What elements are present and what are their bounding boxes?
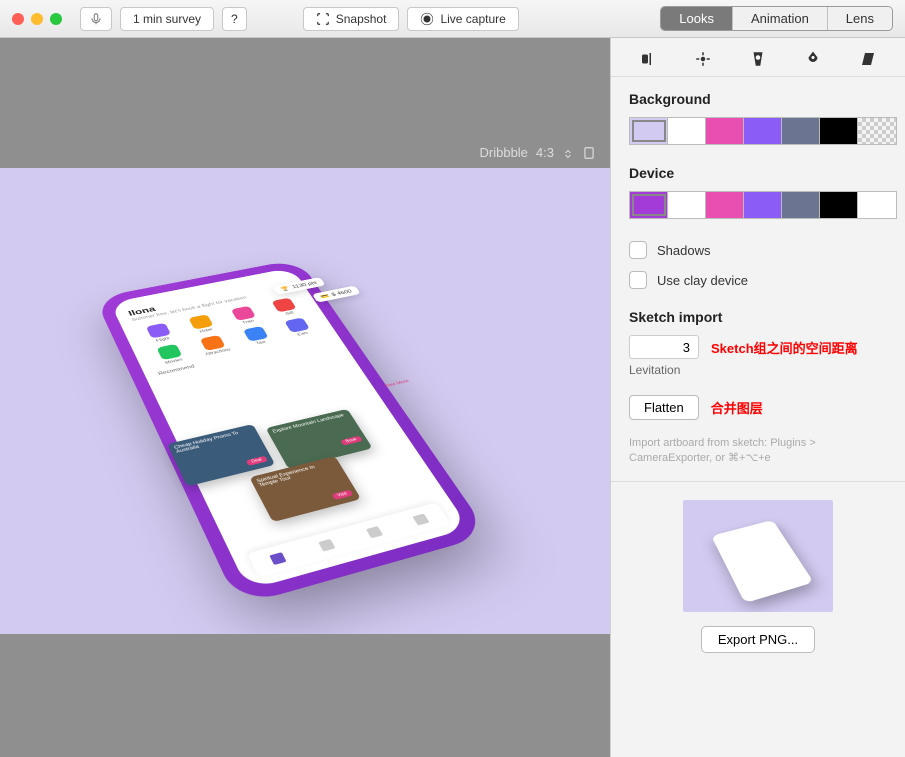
minimize-window[interactable] (31, 13, 43, 25)
sketch-section: Sketch import Sketch组之间的空间距离 Levitation (611, 295, 905, 383)
canvas-area: Dribbble 4:3 Ilona Summer free, let's bo… (0, 38, 610, 757)
bg-swatches-swatch-4[interactable] (782, 118, 820, 144)
preview-section: Export PNG... (611, 482, 905, 671)
shadows-row: Shadows (611, 235, 905, 265)
app-icon: Eats (275, 316, 322, 340)
live-capture-button[interactable]: Live capture (407, 7, 518, 31)
survey-button[interactable]: 1 min survey (120, 7, 214, 31)
background-swatches (629, 117, 897, 145)
clay-checkbox[interactable] (629, 271, 647, 289)
spotlight-tool-icon[interactable] (745, 48, 771, 70)
view-more-link: View More (384, 379, 411, 388)
shadows-label: Shadows (657, 243, 710, 258)
levitation-label: Levitation (629, 363, 887, 377)
window-controls (12, 13, 62, 25)
dev-swatches-swatch-6[interactable] (858, 192, 896, 218)
dev-swatches-swatch-1[interactable] (668, 192, 706, 218)
device-swatches (629, 191, 897, 219)
flatten-annotation: 合并图层 (711, 398, 763, 417)
inspector-sidebar: Background Device Shadows Use clay devic… (610, 38, 905, 757)
app-icon: Attractions (191, 333, 239, 358)
background-heading: Background (629, 91, 887, 107)
device-mockup: Ilona Summer free, let's book a flight f… (99, 261, 484, 601)
app-icon: Gift (263, 296, 309, 319)
tab-looks[interactable]: Looks (661, 7, 733, 30)
tab-animation[interactable]: Animation (733, 7, 828, 30)
center-tool-icon[interactable] (690, 48, 716, 70)
transform-tools (611, 38, 905, 77)
bg-swatches-swatch-1[interactable] (668, 118, 706, 144)
aspect-stepper-icon[interactable] (562, 148, 574, 160)
bg-swatches-swatch-5[interactable] (820, 118, 858, 144)
mode-tabs: Looks Animation Lens (660, 6, 893, 31)
bg-swatches-swatch-6[interactable] (858, 118, 896, 144)
dev-swatches-swatch-5[interactable] (820, 192, 858, 218)
shadows-checkbox[interactable] (629, 241, 647, 259)
dev-swatches-swatch-3[interactable] (744, 192, 782, 218)
close-window[interactable] (12, 13, 24, 25)
drop-tool-icon[interactable] (800, 48, 826, 70)
app-icon: Taxi (233, 324, 280, 349)
canvas[interactable]: Ilona Summer free, let's book a flight f… (0, 168, 610, 634)
preset-label: Dribbble (480, 145, 528, 160)
orientation-icon[interactable] (582, 146, 596, 160)
zoom-window[interactable] (50, 13, 62, 25)
live-capture-label: Live capture (440, 12, 505, 26)
align-tool-icon[interactable] (635, 48, 661, 70)
levitation-annotation: Sketch组之间的空间距离 (711, 338, 858, 357)
tab-lens[interactable]: Lens (828, 7, 892, 30)
dev-swatches-swatch-0[interactable] (630, 192, 668, 218)
app-icon: Train (221, 304, 267, 328)
device-heading: Device (629, 165, 887, 181)
help-button[interactable]: ? (222, 7, 247, 31)
snapshot-button[interactable]: Snapshot (303, 7, 400, 31)
bg-swatches-swatch-2[interactable] (706, 118, 744, 144)
app-icon: Hotel (179, 312, 226, 336)
device-section: Device (611, 151, 905, 225)
mic-button[interactable] (80, 7, 112, 31)
sketch-heading: Sketch import (629, 309, 887, 325)
skew-tool-icon[interactable] (855, 48, 881, 70)
app-icon: Flight (136, 321, 183, 346)
import-hint: Import artboard from sketch: Plugins > C… (611, 432, 905, 482)
snapshot-label: Snapshot (336, 12, 387, 26)
bg-swatches-swatch-3[interactable] (744, 118, 782, 144)
flatten-row: Flatten 合并图层 (611, 383, 905, 432)
preview-thumbnail (683, 500, 833, 612)
export-png-button[interactable]: Export PNG... (701, 626, 815, 653)
app-icon: Movies (147, 342, 195, 368)
titlebar: 1 min survey ? Snapshot Live capture Loo… (0, 0, 905, 38)
price-pill: 💳 $ 4600 (312, 285, 361, 302)
levitation-input[interactable] (629, 335, 699, 359)
clay-label: Use clay device (657, 273, 748, 288)
flatten-button[interactable]: Flatten (629, 395, 699, 420)
dev-swatches-swatch-4[interactable] (782, 192, 820, 218)
clay-row: Use clay device (611, 265, 905, 295)
background-section: Background (611, 77, 905, 151)
dev-swatches-swatch-2[interactable] (706, 192, 744, 218)
aspect-label: 4:3 (536, 145, 554, 160)
bg-swatches-swatch-0[interactable] (630, 118, 668, 144)
